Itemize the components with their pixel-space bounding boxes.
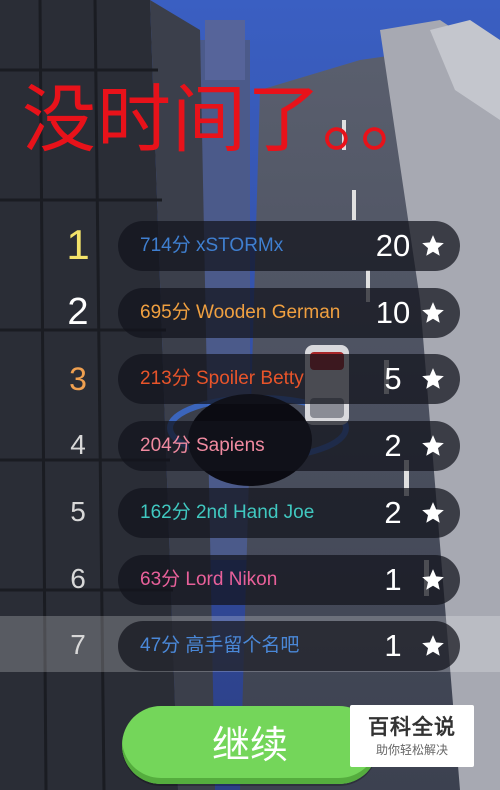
player-entry: 162分 2nd Hand Joe: [140, 488, 314, 538]
star-icon: [422, 569, 444, 590]
time-up-title: 没时间了。。: [22, 77, 435, 163]
stars-count: 2: [384, 428, 402, 463]
player-score: 695分: [140, 302, 191, 323]
stars-count: 2: [384, 495, 402, 530]
player-name: 2nd Hand Joe: [195, 502, 315, 523]
rank-number: 1: [66, 221, 90, 268]
watermark-subtitle: 助你轻松解决: [375, 743, 448, 757]
player-name: xSTORMx: [195, 235, 284, 256]
star-icon: [422, 368, 444, 389]
player-score: 162分: [140, 502, 191, 523]
rank-number: 4: [70, 429, 86, 460]
rank-number: 3: [69, 361, 87, 397]
stars-count: 1: [384, 628, 402, 663]
rank-number: 6: [70, 563, 86, 594]
watermark-title: 百科全说: [368, 715, 456, 739]
player-name: Wooden German: [195, 302, 341, 323]
star-icon: [422, 635, 444, 656]
star-icon: [422, 435, 444, 456]
stars-count: 20: [375, 228, 411, 263]
continue-button[interactable]: 继续: [122, 706, 378, 784]
player-score: 213分: [140, 368, 191, 389]
stars-count: 10: [375, 295, 411, 330]
player-score: 204分: [140, 435, 191, 456]
player-entry: 714分 xSTORMx: [140, 221, 283, 271]
player-entry: 47分 高手留个名吧: [140, 621, 299, 671]
player-score: 47分: [140, 635, 181, 656]
player-name: 高手留个名吧: [185, 635, 300, 656]
player-name: Sapiens: [195, 435, 265, 456]
star-icon: [422, 235, 444, 256]
player-name: Spoiler Betty: [195, 368, 304, 389]
stars-count: 5: [384, 361, 402, 396]
rank-number: 5: [70, 496, 86, 527]
player-entry: 63分 Lord Nikon: [140, 555, 277, 605]
player-entry: 695分 Wooden German: [140, 288, 340, 338]
stars-count: 1: [384, 562, 402, 597]
player-score: 63分: [140, 569, 181, 590]
player-score: 714分: [140, 235, 191, 256]
star-icon: [422, 502, 444, 523]
watermark-logo: 百科全说 助你轻松解决: [350, 705, 474, 767]
player-name: Lord Nikon: [185, 569, 278, 590]
rank-number: 2: [67, 291, 89, 333]
star-icon: [422, 302, 444, 323]
player-entry: 204分 Sapiens: [140, 421, 265, 471]
player-entry: 213分 Spoiler Betty: [140, 354, 304, 404]
rank-number: 7: [70, 629, 86, 660]
